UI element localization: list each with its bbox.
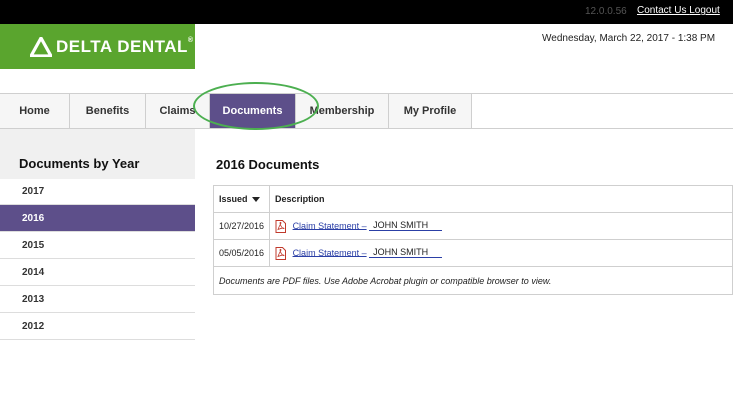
table-header-row: Issued Description [212,185,733,213]
documents-table: Issued Description 10/27/2016 Claim Stat… [212,185,733,295]
nav-filler [472,94,733,128]
tab-claims[interactable]: Claims [146,94,210,128]
pdf-file-icon [275,246,287,260]
sidebar-item-2013[interactable]: 2013 [0,286,195,313]
tab-my-profile[interactable]: My Profile [389,94,472,128]
tab-benefits[interactable]: Benefits [70,94,146,128]
tab-documents[interactable]: Documents [210,94,296,128]
description-cell: Claim Statement – JOHN SMITH [269,212,733,240]
header-datetime: Wednesday, March 22, 2017 - 1:38 PM [542,33,716,44]
sidebar-item-2014[interactable]: 2014 [0,259,195,286]
table-note-row: Documents are PDF files. Use Adobe Acrob… [213,266,733,295]
tab-membership[interactable]: Membership [296,94,389,128]
sidebar-item-2016[interactable]: 2016 [0,205,195,232]
claim-statement-link[interactable]: Claim Statement – [293,220,367,230]
sidebar-title: Documents by Year [19,156,140,171]
issued-date: 10/27/2016 [212,212,271,240]
contact-us-link[interactable]: Contact Us [637,5,686,16]
sort-down-icon [251,197,260,203]
pdf-note: Documents are PDF files. Use Adobe Acrob… [213,266,733,295]
tab-home[interactable]: Home [0,94,70,128]
sidebar-item-2012[interactable]: 2012 [0,313,195,340]
brand-name: DELTA DENTAL® [56,37,194,56]
top-bar: 12.0.0.56 Contact Us Logout [0,0,733,24]
sidebar-item-2015[interactable]: 2015 [0,232,195,259]
version-text: 12.0.0.56 [585,6,627,17]
member-name: JOHN SMITH [369,247,443,259]
description-column-header: Description [269,185,733,213]
sidebar-item-2017[interactable]: 2017 [0,178,195,205]
table-row: 10/27/2016 Claim Statement – JOHN SMITH [212,212,733,240]
pdf-file-icon [275,219,287,233]
claim-statement-link[interactable]: Claim Statement – [293,247,367,257]
brand-logo[interactable]: DELTA DENTAL® [0,24,195,69]
delta-triangle-icon [30,37,52,57]
page-title: 2016 Documents [216,157,320,172]
sidebar-header-bg [0,129,195,179]
table-row: 05/05/2016 Claim Statement – JOHN SMITH [212,239,733,267]
issued-column-header[interactable]: Issued [212,185,271,213]
member-name: JOHN SMITH [369,220,443,232]
logout-link[interactable]: Logout [689,5,720,16]
issued-date: 05/05/2016 [212,239,271,267]
description-cell: Claim Statement – JOHN SMITH [269,239,733,267]
main-nav: Home Benefits Claims Documents Membershi… [0,93,733,129]
top-links: Contact Us Logout [637,5,720,16]
